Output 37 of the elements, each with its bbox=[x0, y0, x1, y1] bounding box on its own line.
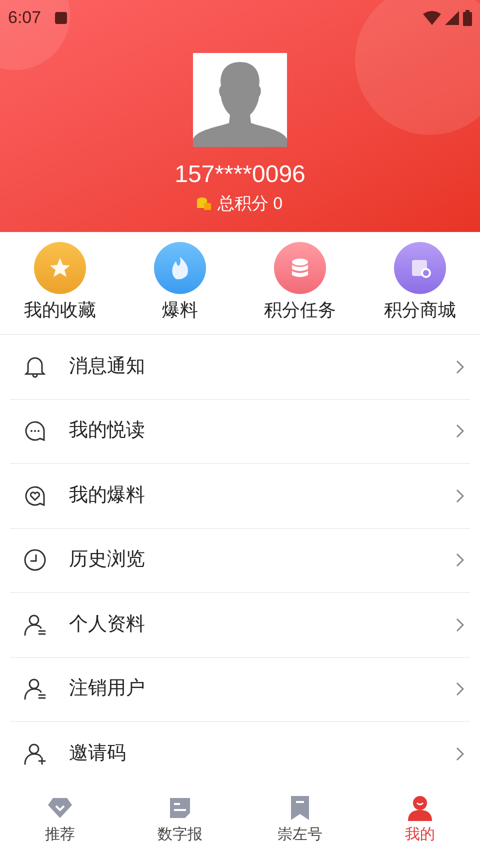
tab[interactable]: 推荐 bbox=[0, 788, 120, 854]
shortcut-label[interactable]: 积分任务 bbox=[264, 297, 336, 324]
chevron-right-icon bbox=[456, 747, 464, 762]
menu-item[interactable]: 我的爆料 bbox=[10, 464, 470, 528]
menu-item[interactable]: 历史浏览 bbox=[10, 528, 470, 593]
person-icon bbox=[407, 795, 433, 822]
battery-icon bbox=[463, 10, 472, 26]
chevron-right-icon bbox=[456, 682, 464, 696]
shortcut-label[interactable]: 我的收藏 bbox=[24, 297, 96, 324]
clock-icon bbox=[22, 547, 48, 574]
user-list-icon bbox=[22, 676, 48, 702]
tab[interactable]: 崇左号 bbox=[240, 788, 360, 854]
tab[interactable]: 数字报 bbox=[120, 788, 240, 854]
chevron-right-icon bbox=[456, 360, 464, 374]
notification-icon bbox=[55, 12, 68, 24]
chevron-right-icon bbox=[456, 424, 464, 438]
flame-icon[interactable] bbox=[154, 242, 206, 294]
status-time: 6:07 bbox=[8, 7, 42, 30]
shop-icon[interactable] bbox=[394, 242, 446, 294]
tab[interactable]: 我的 bbox=[360, 788, 480, 854]
chevron-right-icon bbox=[456, 488, 464, 503]
chevron-right-icon bbox=[456, 618, 464, 632]
shortcut-label[interactable]: 爆料 bbox=[162, 297, 198, 324]
coins-icon bbox=[197, 197, 212, 210]
menu-item[interactable]: 邀请码 bbox=[10, 722, 470, 786]
coins-icon[interactable] bbox=[274, 242, 326, 294]
chevron-right-icon bbox=[456, 553, 464, 568]
shortcut-label[interactable]: 积分商城 bbox=[384, 297, 456, 324]
signal-icon bbox=[445, 11, 459, 25]
menu-item[interactable]: 消息通知 bbox=[10, 335, 470, 400]
wifi-icon bbox=[423, 11, 441, 25]
user-plus-icon bbox=[22, 741, 48, 768]
menu-item[interactable]: 我的悦读 bbox=[10, 400, 470, 464]
menu-item[interactable]: 个人资料 bbox=[10, 593, 470, 658]
points-total: 总积分 0 bbox=[217, 193, 283, 215]
menu-item[interactable]: 注销用户 bbox=[10, 658, 470, 722]
phone-number: 157****0096 bbox=[174, 161, 306, 189]
